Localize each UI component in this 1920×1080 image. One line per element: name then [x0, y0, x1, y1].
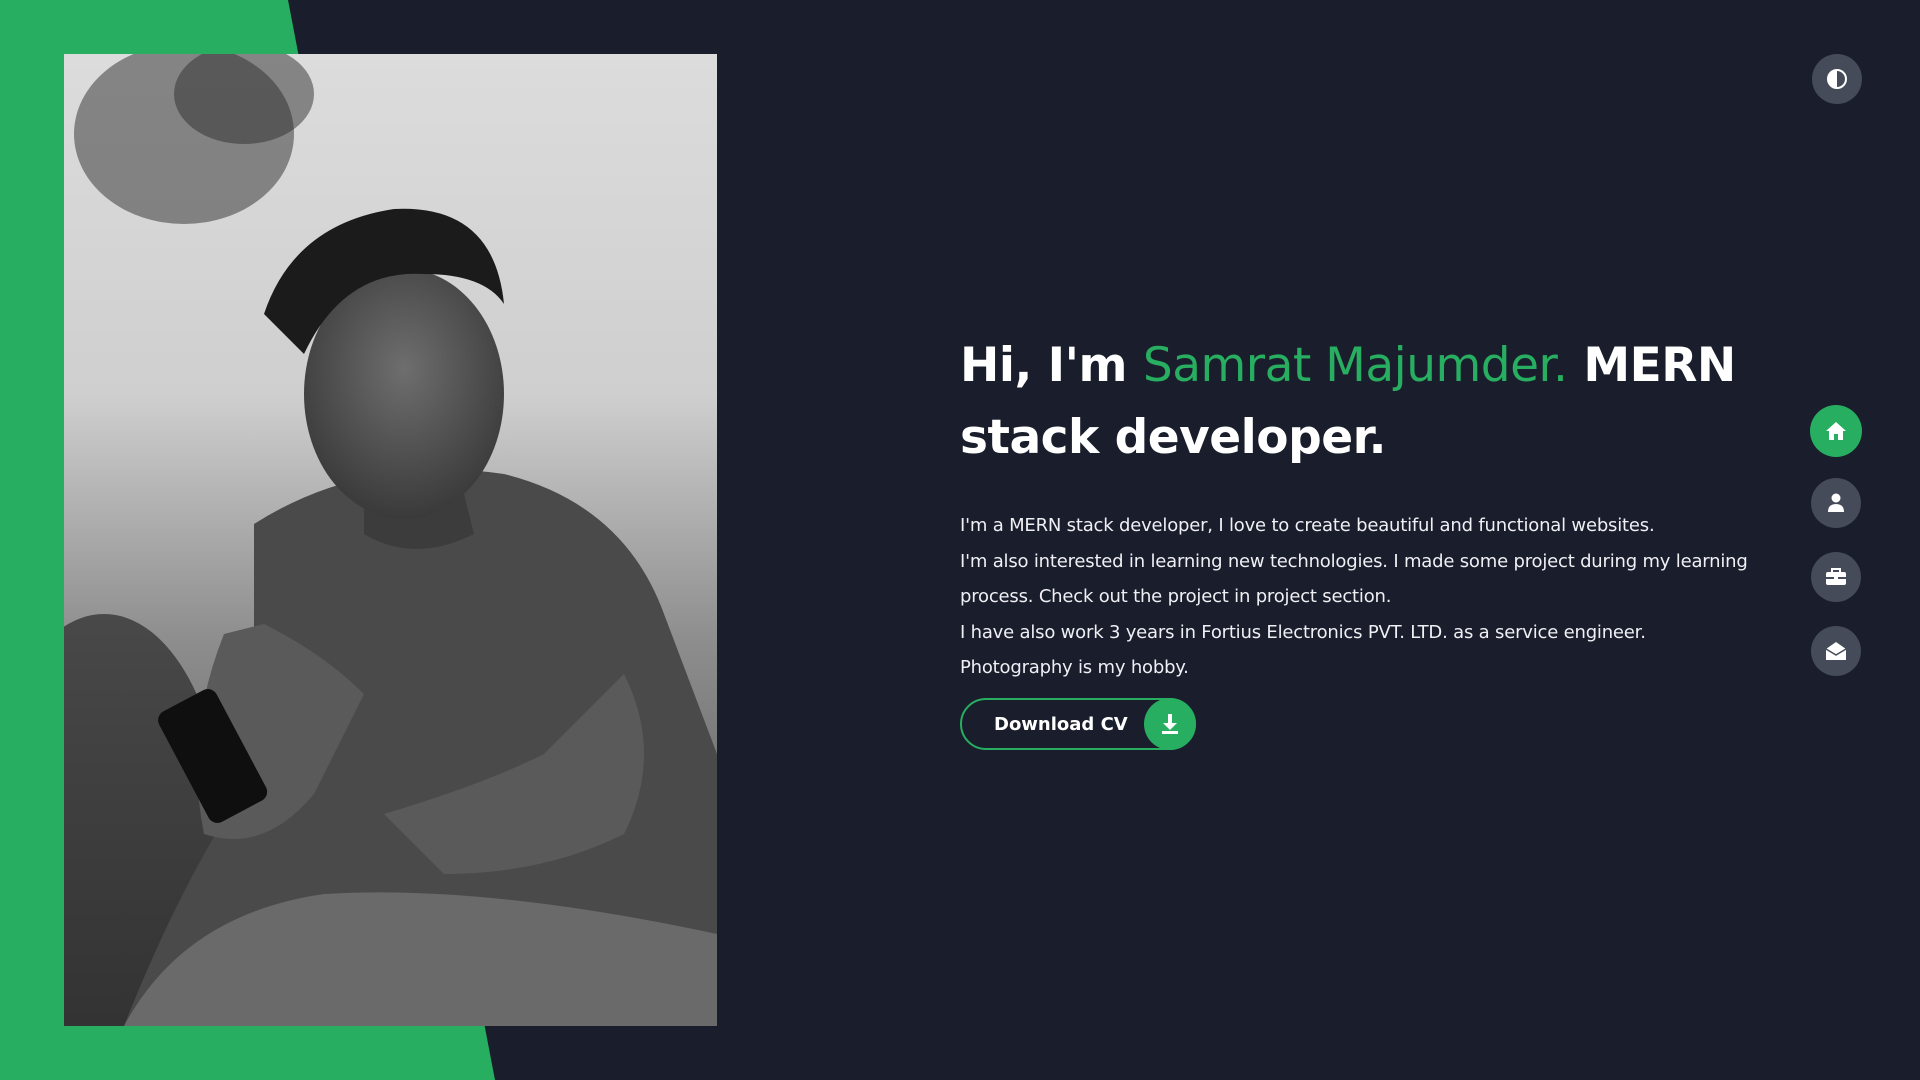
- nav-home-button[interactable]: [1810, 405, 1862, 457]
- profile-photo: [64, 54, 717, 1026]
- nav-contact-button[interactable]: [1811, 626, 1861, 676]
- hero-section: Hi, I'm Samrat Majumder. MERN stack devel…: [960, 330, 1760, 686]
- bio-line: I have also work 3 years in Fortius Elec…: [960, 621, 1646, 643]
- greeting-text: Hi, I'm: [960, 338, 1143, 393]
- name-text: Samrat Majumder.: [1142, 338, 1568, 393]
- nav-about-button[interactable]: [1811, 478, 1861, 528]
- nav-portfolio-button[interactable]: [1811, 552, 1861, 602]
- bio-line: process. Check out the project in projec…: [960, 586, 1392, 607]
- page: Hi, I'm Samrat Majumder. MERN stack devel…: [0, 0, 1920, 1080]
- contrast-icon: [1827, 69, 1847, 89]
- download-cv-label: Download CV: [994, 713, 1128, 735]
- envelope-open-icon: [1825, 642, 1847, 660]
- hero-heading: Hi, I'm Samrat Majumder. MERN stack devel…: [960, 330, 1760, 474]
- role-text-line1: MERN: [1567, 338, 1736, 393]
- bio-line: Photography is my hobby.: [960, 657, 1189, 678]
- briefcase-icon: [1826, 568, 1846, 585]
- theme-toggle-button[interactable]: [1812, 54, 1862, 104]
- home-icon: [1826, 422, 1846, 440]
- user-icon: [1828, 493, 1844, 512]
- download-cv-button[interactable]: Download CV: [960, 698, 1196, 750]
- bio-paragraph: I'm a MERN stack developer, I love to cr…: [960, 508, 1760, 686]
- bio-line: I'm also interested in learning new tech…: [960, 550, 1748, 572]
- bio-line: I'm a MERN stack developer, I love to cr…: [960, 515, 1655, 536]
- role-text-line2: stack developer.: [960, 410, 1386, 465]
- download-icon: [1144, 698, 1196, 750]
